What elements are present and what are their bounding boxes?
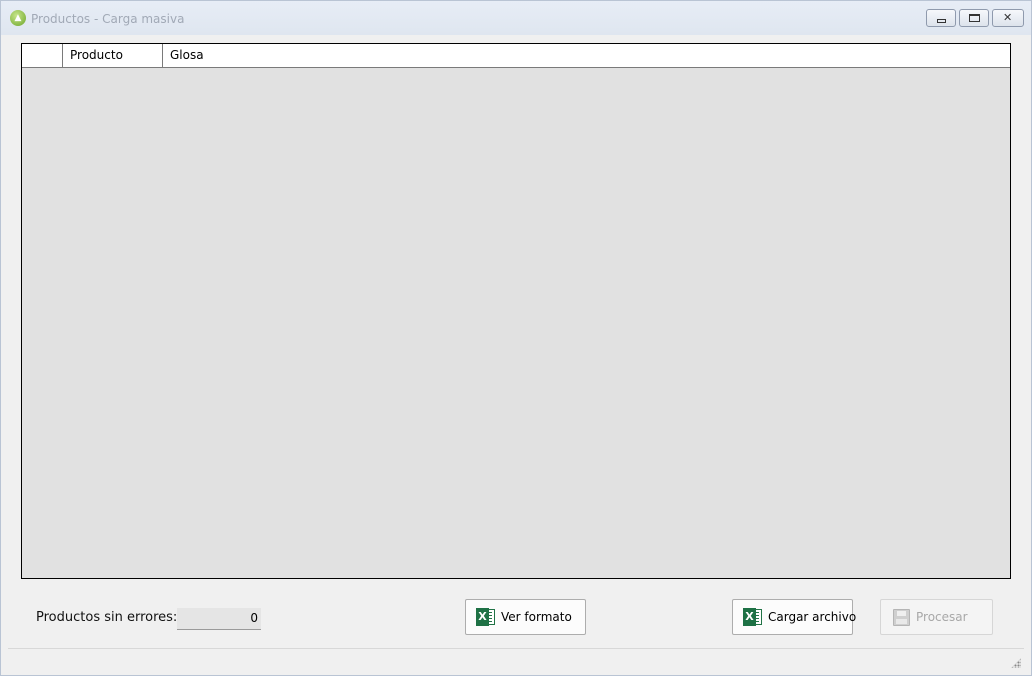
procesar-label: Procesar <box>916 610 968 624</box>
main-window: ▲ Productos - Carga masiva ✕ Producto Gl… <box>0 0 1032 676</box>
products-without-errors-count: 0 <box>177 608 261 630</box>
excel-icon: X <box>743 608 762 626</box>
minimize-icon <box>937 19 946 23</box>
ver-formato-button[interactable]: X Ver formato <box>465 599 586 635</box>
close-button[interactable]: ✕ <box>992 9 1024 27</box>
products-without-errors-label: Productos sin errores: <box>36 610 178 625</box>
close-icon: ✕ <box>1003 11 1013 24</box>
minimize-button[interactable] <box>926 9 956 27</box>
resize-grip-icon[interactable] <box>1011 658 1021 668</box>
save-disk-icon <box>893 608 910 626</box>
grid-header: Producto Glosa <box>22 44 1010 68</box>
column-header-selector[interactable] <box>22 44 63 67</box>
status-bar <box>8 648 1024 671</box>
shopping-bag-icon: ▲ <box>10 10 26 26</box>
maximize-button[interactable] <box>959 9 989 27</box>
procesar-button[interactable]: Procesar <box>880 599 993 635</box>
column-header-glosa[interactable]: Glosa <box>163 44 1010 67</box>
products-grid[interactable]: Producto Glosa <box>21 43 1011 579</box>
excel-icon: X <box>476 608 495 626</box>
window-title: Productos - Carga masiva <box>31 12 185 26</box>
maximize-icon <box>969 14 980 22</box>
title-bar[interactable]: ▲ Productos - Carga masiva ✕ <box>1 1 1031 35</box>
ver-formato-label: Ver formato <box>501 610 572 624</box>
cargar-archivo-label: Cargar archivo <box>768 610 857 624</box>
column-header-producto[interactable]: Producto <box>63 44 163 67</box>
cargar-archivo-button[interactable]: X Cargar archivo <box>732 599 857 635</box>
